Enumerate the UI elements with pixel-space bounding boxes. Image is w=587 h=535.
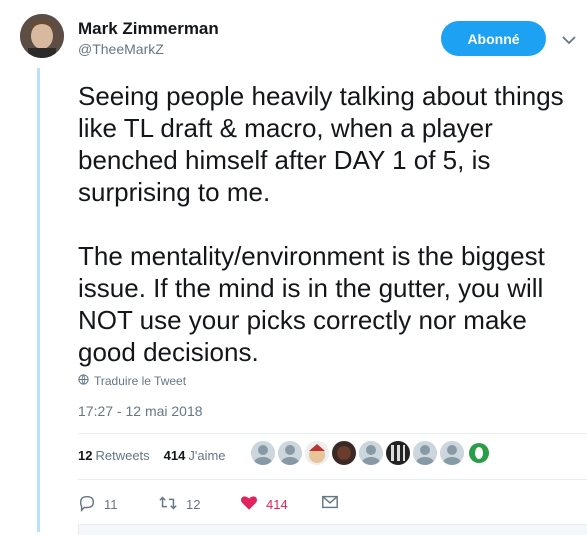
- avatar[interactable]: [20, 14, 64, 58]
- reply-icon: [78, 494, 96, 515]
- liker-avatar[interactable]: [359, 441, 383, 465]
- retweets-stat[interactable]: 12 Retweets: [78, 448, 150, 463]
- reply-count: 11: [104, 497, 118, 512]
- liker-avatar[interactable]: [305, 441, 329, 465]
- divider-top: [78, 433, 587, 434]
- message-button[interactable]: [321, 494, 339, 513]
- retweet-button[interactable]: 12: [158, 494, 200, 515]
- follow-button[interactable]: Abonné: [441, 21, 546, 56]
- reply-button[interactable]: 11: [78, 494, 118, 515]
- translate-link[interactable]: Traduire le Tweet: [78, 374, 186, 388]
- mail-icon: [321, 494, 339, 513]
- author-handle[interactable]: @TheeMarkZ: [78, 41, 164, 57]
- retweets-label: Retweets: [95, 448, 150, 463]
- divider-bottom: [78, 479, 587, 480]
- liker-avatar[interactable]: [413, 441, 437, 465]
- tweet-stats: 12 Retweets 414 J'aime: [78, 448, 226, 463]
- retweet-count: 12: [186, 497, 201, 512]
- retweets-count: 12: [78, 448, 93, 463]
- chevron-down-icon[interactable]: [562, 32, 576, 50]
- author-name[interactable]: Mark Zimmerman: [78, 19, 219, 39]
- liker-avatar[interactable]: [440, 441, 464, 465]
- like-button[interactable]: 414: [240, 494, 288, 514]
- reply-composer[interactable]: [78, 524, 587, 535]
- globe-icon: [78, 374, 89, 388]
- translate-label: Traduire le Tweet: [94, 374, 187, 388]
- likes-label: J'aime: [188, 448, 226, 463]
- liker-avatar[interactable]: [386, 441, 410, 465]
- timestamp[interactable]: 17:27 - 12 mai 2018: [78, 403, 203, 419]
- liker-avatar[interactable]: [278, 441, 302, 465]
- heart-icon: [240, 494, 258, 514]
- likes-stat[interactable]: 414 J'aime: [164, 448, 226, 463]
- thread-line: [37, 68, 40, 532]
- tweet-actions: 11 12 414: [78, 494, 378, 518]
- likes-count: 414: [163, 448, 186, 463]
- tweet-text: Seeing people heavily talking about thin…: [78, 81, 564, 367]
- liker-avatar[interactable]: [467, 441, 491, 465]
- likers-avatars: [251, 441, 491, 465]
- liker-avatar[interactable]: [251, 441, 275, 465]
- like-count: 414: [266, 496, 288, 512]
- retweet-icon: [158, 494, 178, 515]
- liker-avatar[interactable]: [332, 441, 356, 465]
